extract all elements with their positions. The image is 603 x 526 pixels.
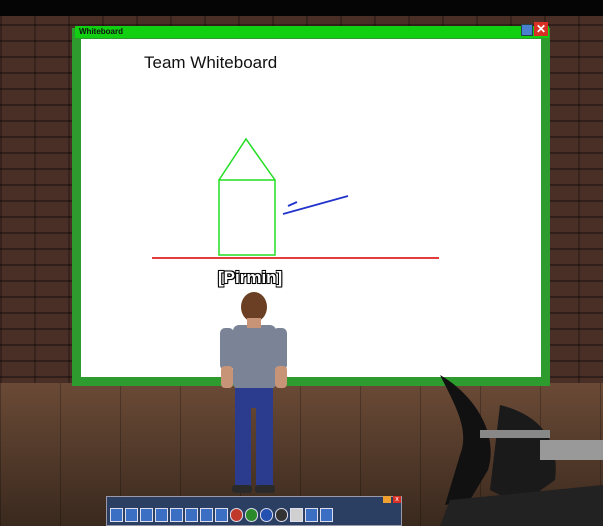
house-drawing: [218, 137, 276, 256]
toolbar-minimize-button[interactable]: [383, 496, 391, 503]
line-icon[interactable]: [155, 508, 168, 522]
copy-icon[interactable]: [320, 508, 333, 522]
color-blue-button[interactable]: [260, 508, 273, 522]
rectangle-icon[interactable]: [170, 508, 183, 522]
avatar-name-tag: [Pirmin]: [218, 268, 283, 287]
toolbar-tools: [110, 508, 333, 522]
image-icon[interactable]: [215, 508, 228, 522]
hand-icon[interactable]: [125, 508, 138, 522]
arrow-drawing: [282, 195, 349, 215]
color-black-button[interactable]: [275, 508, 288, 522]
text-icon[interactable]: [200, 508, 213, 522]
avatar-figure: [220, 292, 287, 493]
toolbar-close-button[interactable]: x: [393, 496, 401, 503]
ellipse-icon[interactable]: [185, 508, 198, 522]
color-green-button[interactable]: [245, 508, 258, 522]
color-red-button[interactable]: [230, 508, 243, 522]
settings-icon[interactable]: [305, 508, 318, 522]
virtual-world-scene: Whiteboard ✕ Team Whiteboard [Pirmin] x: [0, 0, 603, 526]
whiteboard-drawing: [152, 137, 603, 526]
select-icon[interactable]: [140, 508, 153, 522]
eraser-icon[interactable]: [290, 508, 303, 522]
office-chair: [440, 375, 603, 526]
presentation-icon[interactable]: [110, 508, 123, 522]
